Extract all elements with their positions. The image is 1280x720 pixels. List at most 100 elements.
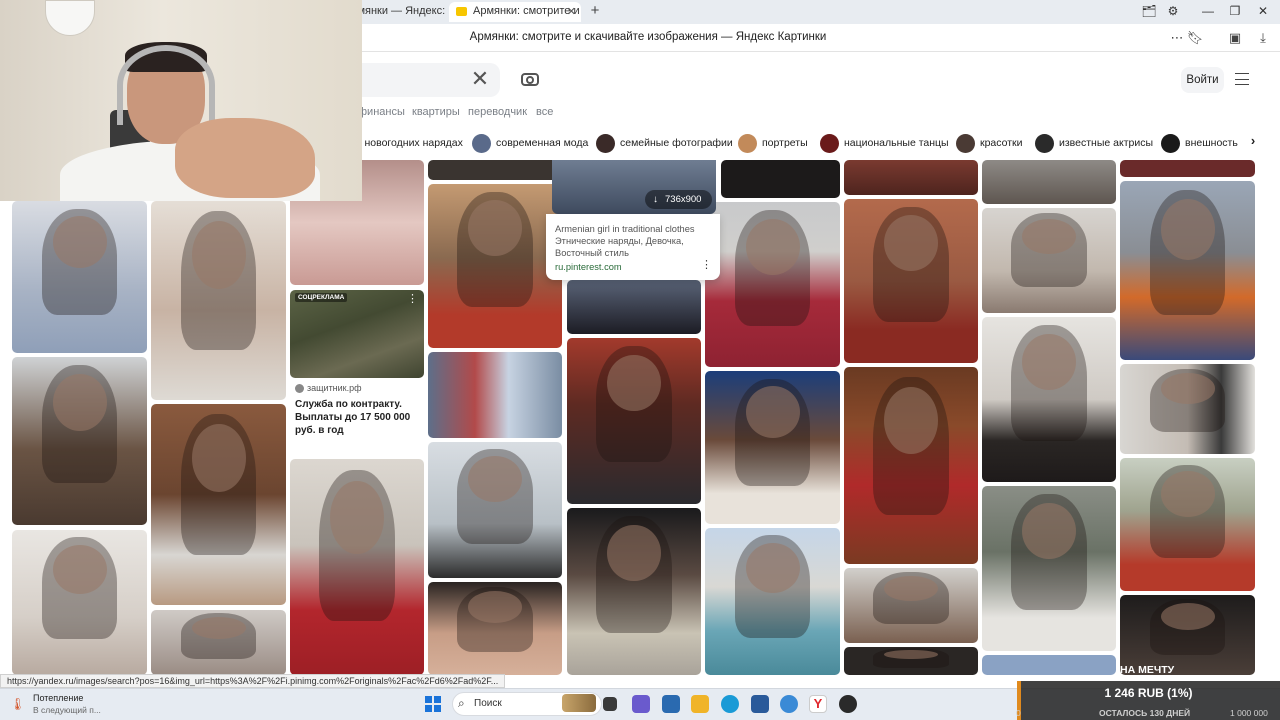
ad-card[interactable]: СОЦРЕКЛАМА ⋮ защитник.рф Служба по контр…	[290, 290, 424, 450]
maximize-button[interactable]: ❐	[1224, 3, 1246, 19]
image-info-source[interactable]: ru.pinterest.com	[555, 262, 622, 272]
image-result[interactable]	[428, 184, 562, 348]
image-more-icon[interactable]: ⋮	[701, 258, 712, 271]
ad-text[interactable]: Служба по контракту. Выплаты до 17 500 0…	[295, 398, 421, 437]
image-result[interactable]	[151, 610, 286, 675]
yandex-browser-icon[interactable]: Y	[809, 695, 827, 713]
new-tab-button[interactable]: +	[586, 2, 604, 20]
image-result[interactable]	[705, 528, 840, 675]
image-info-card[interactable]: Armenian girl in traditional clothes Этн…	[546, 214, 720, 280]
image-result[interactable]	[982, 655, 1116, 675]
image-result[interactable]	[705, 371, 840, 524]
clear-search-icon[interactable]: ✕	[470, 68, 490, 90]
image-result[interactable]	[844, 199, 978, 363]
image-result[interactable]	[428, 582, 562, 675]
image-result[interactable]	[1120, 181, 1255, 360]
download-icon[interactable]: ⤓	[1254, 29, 1272, 47]
image-size-badge[interactable]: 736x900	[645, 190, 712, 209]
chip-new-year[interactable]: в новогодних нарядах	[352, 131, 471, 155]
chip-national-dances[interactable]: национальные танцы	[816, 131, 957, 155]
chip-beauties[interactable]: красотки	[952, 131, 1031, 155]
service-tab-translator[interactable]: переводчик	[468, 106, 527, 118]
settings-icon[interactable]: ⚙	[1162, 3, 1184, 19]
ad-photo[interactable]: СОЦРЕКЛАМА ⋮	[290, 290, 424, 378]
image-result[interactable]	[1120, 160, 1255, 177]
search-highlight-image[interactable]	[562, 694, 596, 712]
image-result[interactable]	[1120, 458, 1255, 591]
image-info-title[interactable]: Armenian girl in traditional clothes Этн…	[555, 223, 705, 259]
image-result[interactable]	[290, 459, 424, 675]
weather-title[interactable]: Потепление	[33, 693, 83, 703]
bookmark-icon[interactable]: 🔖︎	[1186, 29, 1204, 47]
monitor-app-icon[interactable]	[751, 695, 769, 713]
file-explorer-icon[interactable]	[691, 695, 709, 713]
image-result[interactable]	[567, 338, 701, 504]
image-result[interactable]	[721, 160, 840, 198]
teams-icon[interactable]	[632, 695, 650, 713]
ad-more-icon[interactable]: ⋮	[407, 292, 418, 305]
chip-label: внешность	[1185, 137, 1238, 149]
edge-icon[interactable]	[721, 695, 739, 713]
image-result[interactable]	[428, 160, 562, 180]
menu-icon[interactable]	[1235, 73, 1249, 85]
chat-app-icon[interactable]	[780, 695, 798, 713]
chip-portraits[interactable]: портреты	[734, 131, 816, 155]
more-dots-icon[interactable]: ⋯	[1168, 29, 1186, 47]
chip-appearance[interactable]: внешность	[1157, 131, 1246, 155]
weather-subtitle[interactable]: В следующий п...	[33, 705, 101, 715]
service-tab-finance[interactable]: финансы	[358, 106, 405, 118]
image-result[interactable]	[428, 442, 562, 578]
chip-label: в новогодних нарядах	[356, 137, 463, 149]
image-result[interactable]	[12, 201, 147, 353]
image-result[interactable]	[982, 160, 1116, 204]
image-result[interactable]	[428, 352, 562, 438]
chip-label: красотки	[980, 137, 1023, 149]
chip-family-photos[interactable]: семейные фотографии	[592, 131, 741, 155]
chips-next-arrow-icon[interactable]: ›	[1244, 133, 1262, 153]
image-result[interactable]	[844, 367, 978, 564]
image-result[interactable]	[705, 202, 840, 367]
close-window-button[interactable]: ✕	[1252, 3, 1274, 19]
translate-icon[interactable]: 🗂	[1138, 3, 1160, 19]
chip-thumb-icon	[956, 133, 975, 153]
minimize-button[interactable]: —	[1197, 3, 1219, 19]
chip-modern-fashion[interactable]: современная мода	[468, 131, 596, 155]
image-result[interactable]	[12, 357, 147, 525]
image-result[interactable]	[567, 280, 701, 334]
tab-close-icon[interactable]: ✕	[567, 5, 576, 18]
image-result[interactable]	[151, 404, 286, 605]
chip-famous-actresses[interactable]: известные актрисы	[1031, 131, 1161, 155]
obs-icon[interactable]	[839, 695, 857, 713]
windows-start-icon[interactable]	[425, 696, 441, 712]
service-tab-realty[interactable]: квартиры	[412, 106, 460, 118]
collections-icon[interactable]: ▣	[1226, 29, 1244, 47]
ad-badge: СОЦРЕКЛАМА	[295, 293, 348, 302]
image-result[interactable]	[567, 508, 701, 675]
image-result[interactable]	[1120, 595, 1255, 675]
task-view-icon[interactable]	[603, 697, 617, 711]
tab-images[interactable]: Армянки: смотрите и скачива ✕	[449, 2, 581, 22]
weather-icon[interactable]: 🌡︎	[10, 697, 26, 711]
chip-label: современная мода	[496, 137, 589, 149]
image-result[interactable]	[12, 530, 147, 675]
page-title[interactable]: Армянки: смотрите и скачивайте изображен…	[360, 31, 936, 43]
search-icon: ⌕	[458, 696, 465, 710]
image-result[interactable]	[151, 201, 286, 400]
login-button[interactable]: Войти	[1181, 67, 1224, 93]
status-bar-url: https://yandex.ru/images/search?pos=16&i…	[0, 674, 506, 688]
store-icon[interactable]	[662, 695, 680, 713]
image-result[interactable]	[982, 486, 1116, 651]
image-result[interactable]	[844, 160, 978, 195]
donation-remaining: ОСТАЛОСЬ 130 ДНЕЙ	[1099, 708, 1191, 718]
chip-label: семейные фотографии	[620, 137, 733, 149]
image-result[interactable]	[1120, 364, 1255, 454]
image-result[interactable]	[844, 568, 978, 643]
image-result[interactable]	[844, 647, 978, 675]
chip-thumb-icon	[1035, 133, 1054, 153]
service-tab-all[interactable]: все	[536, 106, 553, 118]
image-result[interactable]	[982, 317, 1116, 482]
ad-domain[interactable]: защитник.рф	[295, 383, 362, 393]
image-result[interactable]	[982, 208, 1116, 313]
headset-icon	[117, 45, 215, 125]
camera-search-icon[interactable]	[520, 69, 542, 89]
